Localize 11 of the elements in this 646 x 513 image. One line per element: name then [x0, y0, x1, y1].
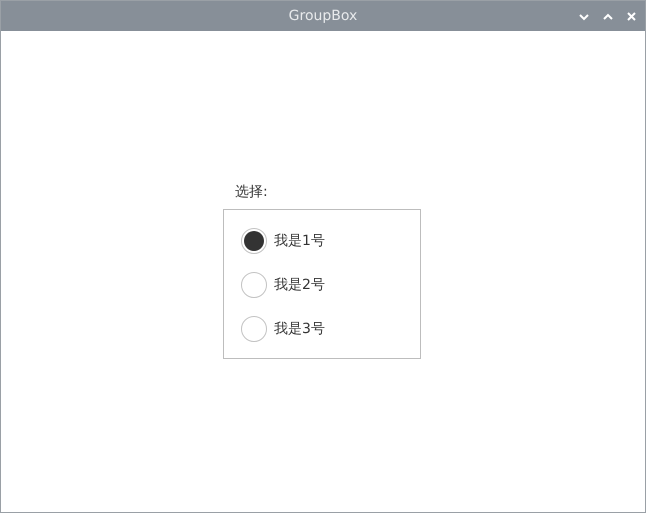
radio-option[interactable]: 我是3号 — [241, 316, 325, 342]
radio-button[interactable] — [241, 272, 267, 298]
radio-option[interactable]: 我是1号 — [241, 228, 325, 254]
radio-button[interactable] — [241, 316, 267, 342]
radio-button[interactable] — [241, 228, 267, 254]
group-title: 选择: — [235, 183, 269, 201]
maximize-icon[interactable] — [603, 12, 613, 20]
minimize-icon[interactable] — [579, 12, 589, 20]
radio-option[interactable]: 我是2号 — [241, 272, 325, 298]
window-title: GroupBox — [288, 8, 358, 24]
close-icon[interactable] — [627, 12, 636, 21]
